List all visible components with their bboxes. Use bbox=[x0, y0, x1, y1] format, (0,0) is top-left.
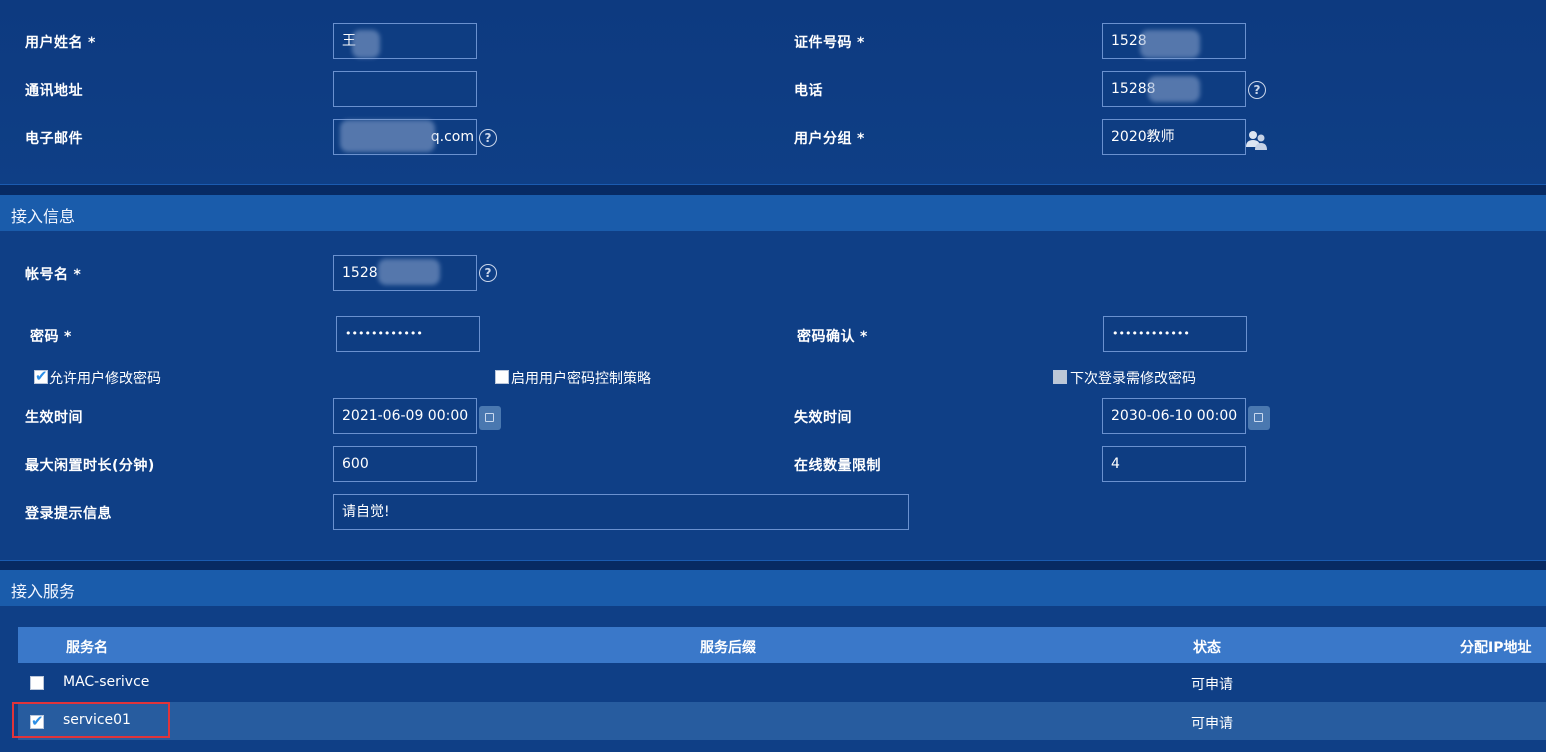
help-icon[interactable]: ? bbox=[1248, 81, 1266, 99]
calendar-icon[interactable] bbox=[1248, 406, 1270, 430]
service-name: MAC-serivce bbox=[63, 674, 150, 690]
section-title: 接入服务 bbox=[11, 582, 76, 601]
user-info-section bbox=[0, 0, 1546, 185]
table-row[interactable]: MAC-serivce 可申请 bbox=[18, 663, 1546, 701]
enable-password-policy-checkbox[interactable] bbox=[495, 370, 509, 384]
phone-label: 电话 bbox=[794, 83, 823, 99]
password-label: 密码 * bbox=[30, 329, 72, 345]
help-icon[interactable]: ? bbox=[479, 129, 497, 147]
online-limit-field[interactable]: 4 bbox=[1102, 446, 1246, 482]
login-tip-label: 登录提示信息 bbox=[25, 506, 112, 522]
user-group-label: 用户分组 * bbox=[794, 131, 865, 147]
user-group-icon[interactable] bbox=[1245, 129, 1269, 151]
online-limit-label: 在线数量限制 bbox=[794, 458, 881, 474]
row-checkbox[interactable] bbox=[30, 676, 44, 690]
enable-password-policy-label: 启用用户密码控制策略 bbox=[511, 371, 651, 387]
service-status: 可申请 bbox=[1191, 716, 1233, 732]
email-label: 电子邮件 bbox=[25, 131, 83, 147]
start-time-field[interactable]: 2021-06-09 00:00 bbox=[333, 398, 477, 434]
service-table: 服务名 服务后缀 状态 分配IP地址 MAC-serivce 可申请 servi… bbox=[18, 627, 1546, 741]
redaction bbox=[340, 120, 435, 152]
service-status: 可申请 bbox=[1191, 677, 1233, 693]
max-idle-field[interactable]: 600 bbox=[333, 446, 477, 482]
section-title: 接入信息 bbox=[11, 207, 76, 226]
account-name-label: 帐号名 * bbox=[25, 267, 82, 283]
start-time-label: 生效时间 bbox=[25, 410, 83, 426]
end-time-label: 失效时间 bbox=[794, 410, 852, 426]
column-header[interactable]: 服务后缀 bbox=[700, 637, 756, 657]
access-info-header: 接入信息 bbox=[0, 195, 1546, 231]
column-header[interactable]: 服务名 bbox=[66, 637, 108, 657]
address-field[interactable] bbox=[333, 71, 477, 107]
allow-change-password-checkbox[interactable] bbox=[34, 367, 48, 385]
next-login-change-password-label: 下次登录需修改密码 bbox=[1070, 371, 1196, 387]
login-tip-field[interactable]: 请自觉! bbox=[333, 494, 909, 530]
access-service-header: 接入服务 bbox=[0, 570, 1546, 606]
id-number-label: 证件号码 * bbox=[794, 35, 865, 51]
password-confirm-field[interactable]: •••••••••••• bbox=[1103, 316, 1247, 352]
password-field[interactable]: •••••••••••• bbox=[336, 316, 480, 352]
name-label: 用户姓名 * bbox=[25, 35, 96, 51]
redaction bbox=[378, 259, 440, 285]
selection-highlight bbox=[12, 702, 170, 738]
redaction bbox=[1148, 76, 1200, 102]
password-confirm-label: 密码确认 * bbox=[797, 329, 868, 345]
table-row[interactable]: service01 可申请 bbox=[18, 702, 1546, 740]
column-header[interactable]: 状态 bbox=[1193, 637, 1221, 657]
table-header: 服务名 服务后缀 状态 分配IP地址 bbox=[18, 627, 1546, 663]
calendar-icon[interactable] bbox=[479, 406, 501, 430]
allow-change-password-label: 允许用户修改密码 bbox=[49, 371, 161, 387]
help-icon[interactable]: ? bbox=[479, 264, 497, 282]
redaction bbox=[352, 30, 380, 58]
address-label: 通讯地址 bbox=[25, 83, 83, 99]
end-time-field[interactable]: 2030-06-10 00:00 bbox=[1102, 398, 1246, 434]
max-idle-label: 最大闲置时长(分钟) bbox=[25, 458, 155, 474]
next-login-change-password-checkbox[interactable] bbox=[1053, 370, 1067, 384]
column-header[interactable]: 分配IP地址 bbox=[1460, 637, 1531, 657]
user-group-field[interactable]: 2020教师 bbox=[1102, 119, 1246, 155]
redaction bbox=[1140, 30, 1200, 58]
section-divider bbox=[0, 184, 1546, 195]
